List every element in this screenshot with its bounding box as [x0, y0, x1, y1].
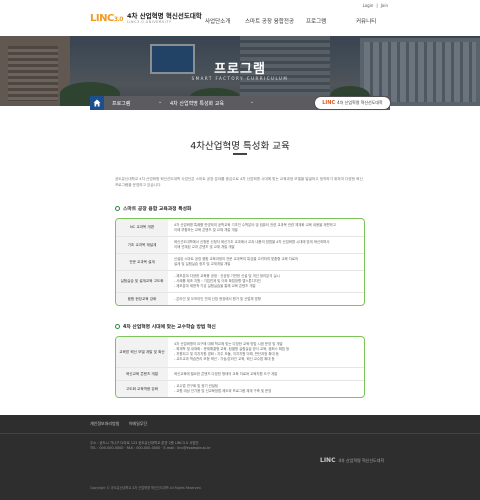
nav-item-program[interactable]: 프로그램	[306, 17, 326, 25]
home-icon	[93, 99, 101, 107]
site-header: LINC3.0 4차 산업혁명 혁신선도대학 LINC3.0 UNIVERSIT…	[0, 0, 480, 36]
breadcrumb-program[interactable]: 프로그램	[112, 100, 130, 107]
footer-links: 개인정보처리방침 이메일무단	[90, 421, 155, 427]
footer-copyright: Copyright © 공도유닌대학교 4차 산업혁명 혁신선도대학 All R…	[90, 486, 202, 490]
chevron-down-icon[interactable]: ⌄	[158, 99, 162, 105]
page-title: 4차산업혁명 특성화 교육	[190, 141, 290, 152]
main-navigation: 사업단소개 스마트 공장 융합전공 프로그램 커뮤니티	[0, 17, 480, 27]
section-title-teaching: 4차 산업혁명 시대에 맞는 교수학습 방법 혁신	[115, 323, 216, 330]
privacy-policy-link[interactable]: 개인정보처리방침	[90, 421, 119, 426]
table-row: NC 교과목 개편 4차 산업혁명 특례를 반영하여 공학교육 기초인 수학분야…	[116, 219, 364, 236]
curriculum-table: NC 교과목 개편 4차 산업혁명 특례를 반영하여 공학교육 기초인 수학분야…	[115, 218, 365, 306]
footer-divider	[0, 433, 480, 434]
nav-item-smart-factory[interactable]: 스마트 공장 융합전공	[245, 17, 294, 25]
teaching-table: 교육방 혁신 모델 개발 및 확산 4차 산업혁명의 요구에 대해 학교에 맞는…	[115, 336, 365, 398]
site-footer: 개인정보처리방침 이메일무단 주소 : 공도시 가나구 다라로 123 공도유닌…	[0, 415, 480, 500]
login-link[interactable]: Login	[363, 3, 374, 8]
title-divider	[233, 153, 247, 155]
table-row: 고도화 교육역량 강화 - 교수법 연구회 및 정기 컨설팅 - 교원 대상 인기…	[116, 380, 364, 397]
nav-item-community[interactable]: 커뮤니티	[356, 17, 376, 25]
section-title-curriculum: 스마트 공장 융합 교육과정 특성화	[115, 205, 191, 212]
table-row: 실험실습 및 설계교육 고도화 - 제조분야 다양한 교육용 공정 · 신공정 …	[116, 270, 364, 292]
breadcrumb-current[interactable]: 4차 산업혁명 특성화 교육	[170, 100, 224, 107]
hero-title: 프로그램	[214, 62, 266, 77]
nav-item-about[interactable]: 사업단소개	[205, 17, 230, 25]
intro-text: 공도유닌대학교 4차 산업혁명 혁신선도대학 사업단은 스마트 공장 분야를 중…	[115, 177, 363, 187]
join-link[interactable]: Join	[381, 3, 388, 8]
table-row: 혁신교육 콘텐츠 개발 혁신교육에 필요한 콘텐츠 다양한 형태의 교육 자료와…	[116, 367, 364, 380]
table-row: 융합 현장교육 강화 - 온라인 및 오프라인 연계 산업 현장에서 원거 및 …	[116, 292, 364, 305]
top-utility: Login | Join	[362, 3, 388, 8]
footer-logo: LINC 4차 산업혁명 혁신선도대학	[320, 457, 385, 464]
footer-address: 주소 : 공도시 가나구 다라로 123 공도유닌대학교 본관 2층 LINC3…	[90, 441, 211, 450]
table-row: 기초 교과목 재설계 혁신선도대학에서 신청한 신청자 혁신기초 교과에서 교과…	[116, 236, 364, 253]
program-badge: LINC 4차 산업혁명 혁신선도대학	[315, 97, 390, 109]
email-policy-link[interactable]: 이메일무단	[129, 421, 147, 426]
chevron-down-icon[interactable]: ⌄	[250, 99, 254, 105]
hero-subtitle: SMART FACTORY CURRICULUM	[191, 76, 289, 81]
home-button[interactable]	[90, 96, 104, 110]
table-row: 교육방 혁신 모델 개발 및 확산 4차 산업혁명의 요구에 대해 학교에 맞는…	[116, 337, 364, 367]
table-row: 전문 교과목 설계 신설된 스마트 공장 융합 교육과정의 전문 교과목의 특성…	[116, 253, 364, 270]
